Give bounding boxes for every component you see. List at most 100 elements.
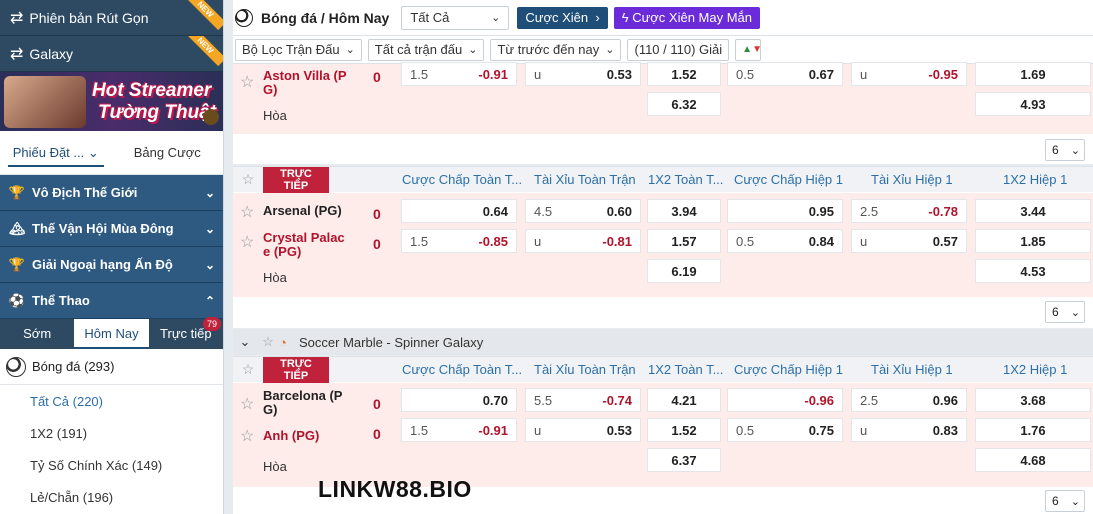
chevron-down-icon: ⌄ bbox=[345, 44, 355, 56]
odds-cell[interactable]: 1.76 bbox=[975, 418, 1091, 442]
odds-cell[interactable]: 2.5 0.96 bbox=[851, 388, 967, 412]
odds-cell[interactable]: u -0.95 bbox=[851, 62, 967, 86]
odds-cell[interactable]: -0.96 bbox=[727, 388, 843, 412]
all-matches-dropdown[interactable]: Tất cả trận đấu ⌄ bbox=[367, 38, 485, 61]
chevron-down-icon: ⌄ bbox=[87, 144, 99, 160]
column-header: ☆ TRỰC TIẾP Cược Chấp Toàn T... Tài Xỉu … bbox=[233, 356, 1093, 383]
more-markets-dropdown[interactable]: 6 ⌄ bbox=[1045, 490, 1085, 512]
odds-cell[interactable]: 0.5 0.84 bbox=[727, 229, 843, 253]
page-header: Bóng đá / Hôm Nay Tất Cả ⌄ Cược Xiên › ϟ … bbox=[233, 0, 1093, 36]
swap-icon: ⇄ bbox=[10, 45, 24, 63]
more-markets-dropdown[interactable]: 6 ⌄ bbox=[1045, 301, 1085, 323]
team-name: Barcelona (P G) bbox=[263, 388, 343, 417]
chevron-down-icon: ⌄ bbox=[204, 257, 215, 272]
more-markets-dropdown[interactable]: 6 ⌄ bbox=[1045, 139, 1085, 161]
odds-cell[interactable]: 1.85 bbox=[975, 229, 1091, 253]
compact-version-button[interactable]: ⇄ Phiên bản Rút Gọn NEW bbox=[0, 0, 223, 36]
market-select[interactable]: Tất Cả ⌄ bbox=[401, 5, 510, 30]
odds-cell[interactable]: 4.21 bbox=[647, 388, 721, 412]
favorite-star-icon[interactable]: ☆ bbox=[240, 394, 254, 414]
league-count-button[interactable]: (110 / 110) Giải bbox=[627, 38, 730, 61]
sport-football[interactable]: Bóng đá (293) bbox=[0, 349, 223, 385]
trophy-icon: 🏆 bbox=[8, 184, 26, 200]
banner-title: Hot Streamer bbox=[92, 80, 212, 101]
match-filter-dropdown[interactable]: Bộ Lọc Trận Đấu ⌄ bbox=[235, 38, 362, 61]
category-indian-premier-league[interactable]: 🏆 Giải Ngoại hạng Ấn Độ ⌄ bbox=[0, 247, 223, 283]
lucky-parlay-button[interactable]: ϟ Cược Xiên May Mắn bbox=[613, 6, 761, 29]
odds-cell[interactable]: 6.37 bbox=[647, 448, 721, 472]
olympics-icon: 🏔 bbox=[8, 220, 26, 236]
odds-cell[interactable]: 5.5 -0.74 bbox=[525, 388, 641, 412]
odds-cell[interactable]: 4.68 bbox=[975, 448, 1091, 472]
football-icon bbox=[6, 356, 26, 377]
odds-cell[interactable]: 3.44 bbox=[975, 199, 1091, 223]
odds-cell[interactable]: 3.94 bbox=[647, 199, 721, 223]
team-name: Anh (PG) bbox=[263, 428, 320, 443]
category-winter-olympics[interactable]: 🏔 Thế Vận Hội Mùa Đông ⌄ bbox=[0, 211, 223, 247]
team-name: Arsenal (PG) bbox=[263, 203, 342, 218]
favorite-star-icon[interactable]: ☆ bbox=[240, 72, 254, 92]
odds-cell[interactable]: 1.69 bbox=[975, 62, 1091, 86]
subtab-today[interactable]: Hôm Nay bbox=[74, 319, 149, 349]
collapse-chevron-icon[interactable]: ⌄ bbox=[233, 334, 257, 350]
odds-cell[interactable]: u 0.53 bbox=[525, 418, 641, 442]
odds-cell[interactable]: 4.53 bbox=[975, 259, 1091, 283]
live-badge: TRỰC TIẾP bbox=[263, 356, 329, 383]
odds-cell[interactable]: u 0.53 bbox=[525, 62, 641, 86]
odds-cell[interactable]: 3.68 bbox=[975, 388, 1091, 412]
banner-logo-icon bbox=[203, 109, 219, 125]
subitem-correct-score[interactable]: Tỷ Số Chính Xác (149) bbox=[0, 449, 223, 481]
chevron-down-icon: ⌄ bbox=[204, 221, 215, 236]
time-subtabs: Sớm Hôm Nay Trực tiếp 79 bbox=[0, 317, 223, 349]
subitem-all[interactable]: Tất Cả (220) bbox=[0, 385, 223, 417]
odds-cell[interactable]: 1.5 -0.91 bbox=[401, 62, 517, 86]
odds-cell[interactable]: 0.5 0.75 bbox=[727, 418, 843, 442]
hot-streamer-banner[interactable]: Hot Streamer Tường Thuật bbox=[0, 72, 223, 131]
odds-cell[interactable]: 4.93 bbox=[975, 92, 1091, 116]
banner-subtitle: Tường Thuật bbox=[98, 102, 217, 123]
favorite-star-icon[interactable]: ☆ bbox=[257, 334, 279, 350]
team-score: 0 bbox=[373, 206, 381, 222]
tab-bet-slip[interactable]: Phiếu Đặt ... ⌄ bbox=[0, 131, 112, 175]
category-world-cup[interactable]: 🏆 Vô Địch Thế Giới ⌄ bbox=[0, 175, 223, 211]
parlay-button[interactable]: Cược Xiên › bbox=[517, 6, 608, 29]
odds-cell[interactable]: u 0.83 bbox=[851, 418, 967, 442]
odds-cell[interactable]: 1.57 bbox=[647, 229, 721, 253]
odds-cell[interactable]: 4.5 0.60 bbox=[525, 199, 641, 223]
odds-cell[interactable]: 0.95 bbox=[727, 199, 843, 223]
odds-cell[interactable]: u 0.57 bbox=[851, 229, 967, 253]
sports-icon: ⚽ bbox=[8, 292, 26, 308]
favorite-star-icon[interactable]: ☆ bbox=[240, 232, 254, 252]
galaxy-label: Galaxy bbox=[29, 45, 73, 62]
trophy-icon: 🏆 bbox=[8, 256, 26, 272]
tab-bet-table[interactable]: Bảng Cược bbox=[112, 131, 224, 175]
league-header[interactable]: ⌄ ☆ ◔ Soccer Marble - Spinner Galaxy bbox=[233, 329, 1093, 355]
subtab-early[interactable]: Sớm bbox=[0, 319, 74, 349]
time-range-dropdown[interactable]: Từ trước đến nay ⌄ bbox=[490, 38, 622, 61]
odds-cell[interactable]: 0.70 bbox=[401, 388, 517, 412]
odds-cell[interactable]: 1.5 -0.85 bbox=[401, 229, 517, 253]
sort-icon[interactable]: ▲ ▼ bbox=[735, 38, 762, 61]
galaxy-version-button[interactable]: ⇄ Galaxy NEW bbox=[0, 36, 223, 72]
odds-cell[interactable]: 0.64 bbox=[401, 199, 517, 223]
odds-cell[interactable]: 0.5 0.67 bbox=[727, 62, 843, 86]
subitem-1x2[interactable]: 1X2 (191) bbox=[0, 417, 223, 449]
favorite-star-icon[interactable]: ☆ bbox=[240, 426, 254, 446]
odds-cell[interactable]: 1.52 bbox=[647, 418, 721, 442]
odds-cell[interactable]: u -0.81 bbox=[525, 229, 641, 253]
subitem-odd-even[interactable]: Lẻ/Chẵn (196) bbox=[0, 481, 223, 513]
odds-cell[interactable]: 1.52 bbox=[647, 62, 721, 86]
odds-cell[interactable]: 6.19 bbox=[647, 259, 721, 283]
favorite-star-icon[interactable]: ☆ bbox=[240, 202, 254, 222]
odds-cell[interactable]: 2.5 -0.78 bbox=[851, 199, 967, 223]
subtab-live[interactable]: Trực tiếp 79 bbox=[149, 317, 223, 349]
draw-label: Hòa bbox=[263, 459, 287, 474]
live-count-badge: 79 bbox=[202, 317, 221, 331]
draw-label: Hòa bbox=[263, 270, 287, 285]
odds-cell[interactable]: 6.32 bbox=[647, 92, 721, 116]
category-sports[interactable]: ⚽ Thể Thao ⌃ bbox=[0, 283, 223, 319]
favorite-star-icon[interactable]: ☆ bbox=[233, 361, 263, 378]
odds-cell[interactable]: 1.5 -0.91 bbox=[401, 418, 517, 442]
favorite-star-icon[interactable]: ☆ bbox=[233, 171, 263, 188]
streamer-image bbox=[4, 76, 86, 128]
